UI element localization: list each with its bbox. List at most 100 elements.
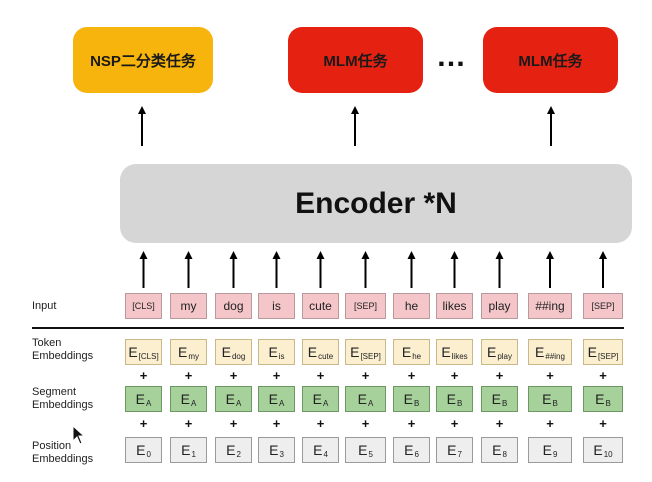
input-token-text: is: [272, 299, 281, 313]
plus-sign: +: [599, 368, 607, 383]
position-embedding-subscript: 0: [146, 449, 151, 459]
position-embedding-subscript: 2: [236, 449, 241, 459]
input-token-text: my: [180, 299, 197, 313]
segment-embedding-cell: EB: [393, 386, 430, 412]
input-token-cell: [SEP]: [345, 293, 386, 319]
embedding-letter: E: [401, 344, 412, 360]
position-embedding-subscript: 4: [323, 449, 328, 459]
segment-row-label-line1: Segment: [32, 386, 77, 398]
segment-embedding-subscript: A: [236, 398, 242, 408]
segment-embedding-subscript: B: [552, 398, 558, 408]
input-token-text: [SEP]: [591, 301, 615, 311]
embedding-letter: E: [447, 442, 457, 458]
position-embedding-cell: E0: [125, 437, 162, 463]
segment-embedding-subscript: B: [414, 398, 420, 408]
token-embedding-cell: Ecute: [302, 339, 339, 365]
embedding-letter: E: [312, 391, 322, 407]
segment-embedding-cell: EB: [481, 386, 518, 412]
embedding-letter: E: [595, 391, 605, 407]
segment-embedding-subscript: A: [191, 398, 197, 408]
plus-sign: +: [184, 368, 193, 383]
embedding-letter: E: [587, 344, 597, 360]
token-embedding-subscript: my: [188, 351, 199, 361]
embedding-letter: E: [593, 442, 603, 458]
embedding-letter: E: [128, 344, 138, 360]
token-embedding-subscript: likes: [451, 351, 468, 361]
position-row-label-line2: Embeddings: [32, 453, 94, 465]
mouse-cursor-icon: [72, 425, 86, 445]
plus-sign: +: [407, 368, 416, 383]
position-embedding-cell: E7: [436, 437, 473, 463]
segment-embedding-cell: EA: [345, 386, 386, 412]
plus-sign: +: [450, 368, 459, 383]
position-embedding-subscript: 3: [279, 449, 284, 459]
position-embedding-cell: E 10: [583, 437, 623, 463]
token-embedding-subscript: play: [497, 351, 513, 361]
embedding-letter: E: [181, 442, 191, 458]
token-embedding-cell: E [SEP]: [345, 339, 386, 365]
plus-sign: +: [272, 368, 281, 383]
input-token-cell: ##ing: [528, 293, 572, 319]
segment-embedding-cell: EA: [125, 386, 162, 412]
segment-embedding-cell: EB: [436, 386, 473, 412]
divider-line: [32, 327, 624, 329]
token-embedding-cell: E [SEP]: [583, 339, 623, 365]
plus-sign: +: [546, 416, 554, 431]
position-embedding-cell: E3: [258, 437, 295, 463]
token-embedding-cell: E ##ing: [528, 339, 572, 365]
segment-embedding-cell: EA: [170, 386, 207, 412]
plus-sign: +: [316, 368, 325, 383]
segment-row-label: Segment Embeddings: [32, 386, 93, 412]
input-token-text: play: [488, 299, 511, 313]
input-token-cell: [CLS]: [125, 293, 162, 319]
token-embedding-subscript: [CLS]: [138, 351, 159, 361]
segment-embedding-subscript: A: [323, 398, 329, 408]
position-embedding-cell: E5: [345, 437, 386, 463]
segment-row-label-line2: Embeddings: [32, 399, 94, 411]
embedding-letter: E: [225, 391, 235, 407]
position-embedding-subscript: 6: [414, 449, 419, 459]
token-row-label-line1: Token: [32, 337, 62, 349]
plus-sign: +: [546, 368, 554, 383]
embedding-letter: E: [486, 344, 497, 360]
input-token-text: dog: [223, 299, 244, 313]
token-embedding-subscript: [SEP]: [360, 351, 381, 361]
position-embedding-subscript: 1: [191, 449, 196, 459]
input-row-label: Input: [32, 300, 57, 312]
embedding-letter: E: [226, 442, 236, 458]
embedding-letter: E: [441, 344, 451, 360]
plus-sign: +: [316, 416, 325, 431]
position-embedding-cell: E9: [528, 437, 572, 463]
segment-embedding-cell: EB: [583, 386, 623, 412]
plus-sign: +: [139, 368, 148, 383]
embedding-letter: E: [542, 391, 552, 407]
token-embedding-subscript: ##ing: [545, 351, 565, 361]
position-embedding-cell: E6: [393, 437, 430, 463]
embedding-letter: E: [492, 442, 502, 458]
input-token-cell: [SEP]: [583, 293, 623, 319]
embedding-letter: E: [269, 442, 279, 458]
segment-embedding-cell: EB: [528, 386, 572, 412]
token-embedding-cell: Eplay: [481, 339, 518, 365]
embedding-letter: E: [535, 344, 545, 360]
token-embedding-cell: Eis: [258, 339, 295, 365]
position-embedding-cell: E1: [170, 437, 207, 463]
embedding-letter: E: [221, 344, 231, 360]
segment-embedding-cell: EA: [258, 386, 295, 412]
segment-embedding-subscript: A: [146, 398, 152, 408]
position-embedding-subscript: 9: [552, 449, 558, 459]
token-embedding-subscript: dog: [231, 351, 246, 361]
embedding-letter: E: [357, 391, 367, 407]
token-embedding-subscript: [SEP]: [597, 351, 619, 361]
input-token-cell: cute: [302, 293, 339, 319]
embedding-letter: E: [491, 391, 501, 407]
embedding-letter: E: [135, 391, 145, 407]
plus-sign: +: [361, 368, 370, 383]
input-token-text: [SEP]: [353, 301, 377, 311]
segment-embedding-cell: EA: [215, 386, 252, 412]
token-embedding-cell: Elikes: [436, 339, 473, 365]
token-row-label-line2: Embeddings: [32, 350, 94, 362]
token-embedding-cell: E [CLS]: [125, 339, 162, 365]
plus-sign: +: [229, 416, 238, 431]
position-embedding-cell: E8: [481, 437, 518, 463]
